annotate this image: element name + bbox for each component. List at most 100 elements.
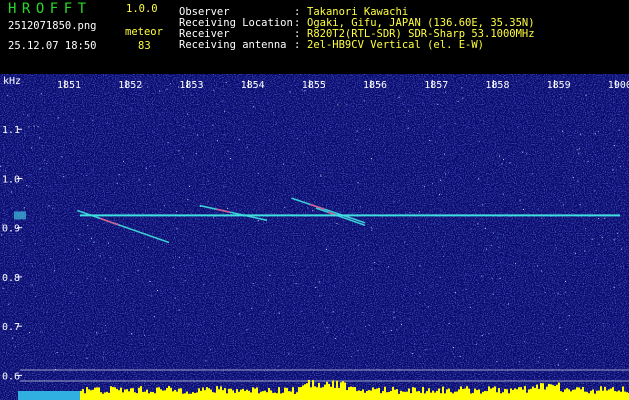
noise-dot: [357, 350, 359, 351]
noise-dot: [445, 173, 447, 175]
amplitude-bar: [572, 389, 574, 400]
noise-dot: [238, 139, 240, 141]
amplitude-bar: [414, 387, 416, 400]
noise-dot: [49, 258, 51, 260]
noise-dot: [269, 275, 271, 277]
noise-dot: [544, 292, 546, 294]
noise-dot: [498, 246, 500, 248]
noise-dot: [396, 329, 398, 331]
noise-dot: [268, 102, 270, 104]
noise-dot: [435, 141, 436, 143]
amplitude-bar: [444, 393, 446, 400]
amplitude-bar: [206, 387, 208, 400]
noise-dot: [388, 266, 390, 268]
noise-dot: [623, 321, 625, 323]
noise-dot: [569, 161, 571, 163]
noise-dot: [481, 335, 483, 337]
noise-dot: [503, 158, 504, 160]
noise-dot: [94, 205, 96, 207]
noise-dot: [335, 337, 337, 339]
mode-label: meteor: [125, 26, 163, 38]
noise-dot: [517, 127, 519, 129]
noise-dot: [174, 297, 176, 299]
noise-dot: [565, 291, 566, 293]
amplitude-bar: [438, 388, 440, 400]
noise-dot: [188, 323, 190, 325]
x-tick-label: 1858: [485, 80, 509, 91]
noise-dot: [268, 300, 269, 302]
amplitude-bar: [418, 391, 420, 400]
noise-dot: [403, 104, 404, 106]
noise-dot: [465, 289, 467, 290]
noise-dot: [191, 94, 193, 96]
noise-dot: [454, 122, 456, 124]
x-tick-label: 1854: [241, 80, 265, 91]
amplitude-bar: [334, 387, 336, 400]
amplitude-bar: [142, 391, 144, 400]
noise-dot: [371, 158, 372, 160]
noise-dot: [153, 348, 155, 350]
amplitude-bar: [406, 391, 408, 400]
noise-dot: [367, 365, 369, 367]
amplitude-bar: [190, 393, 192, 400]
amplitude-bar: [416, 391, 418, 400]
y-tick-label: 0.8: [2, 273, 20, 284]
amplitude-bar: [292, 387, 294, 400]
amplitude-bar: [466, 386, 468, 400]
noise-dot: [178, 150, 180, 152]
noise-dot: [283, 282, 285, 284]
amplitude-bar: [224, 388, 226, 400]
amplitude-bar: [528, 389, 530, 400]
amplitude-bar: [262, 391, 264, 400]
amplitude-bar: [234, 392, 236, 400]
amplitude-bar: [266, 392, 268, 400]
noise-dot: [207, 180, 209, 182]
noise-dot: [41, 145, 43, 147]
amplitude-bar: [518, 387, 520, 400]
noise-dot: [86, 277, 88, 279]
noise-dot: [149, 166, 150, 168]
amplitude-bar: [434, 392, 436, 400]
antenna-value: 2el-HB9CV Vertical (el. E-W): [307, 39, 485, 51]
amplitude-bar: [432, 390, 434, 400]
noise-dot: [447, 171, 449, 173]
noise-dot: [575, 307, 576, 309]
amplitude-bar: [316, 387, 318, 400]
noise-dot: [195, 153, 197, 155]
noise-dot: [54, 270, 56, 272]
noise-dot: [560, 293, 562, 295]
amplitude-bar: [580, 389, 582, 400]
amplitude-bar: [478, 389, 480, 400]
noise-dot: [370, 227, 372, 229]
noise-dot: [86, 175, 88, 176]
noise-dot: [350, 333, 352, 335]
noise-dot: [541, 310, 543, 312]
amplitude-bar: [196, 392, 198, 400]
amplitude-bar: [568, 389, 570, 400]
noise-dot: [356, 139, 358, 141]
amplitude-bar: [296, 392, 298, 400]
amplitude-bar: [468, 388, 470, 400]
noise-dot: [533, 240, 535, 242]
amplitude-bar: [570, 391, 572, 400]
amplitude-bar: [120, 387, 122, 400]
amplitude-bar: [460, 386, 462, 400]
amplitude-bar: [556, 384, 558, 400]
noise-dot: [26, 185, 28, 187]
amplitude-bar: [356, 391, 358, 400]
noise-dot: [40, 217, 42, 219]
noise-dot: [585, 94, 587, 96]
noise-dot: [87, 225, 89, 226]
amplitude-bar: [128, 391, 130, 400]
amplitude-bar: [372, 387, 374, 400]
amplitude-bar: [622, 386, 624, 400]
noise-dot: [492, 293, 494, 295]
amplitude-bar: [92, 389, 94, 400]
noise-dot: [109, 257, 111, 259]
amplitude-bar: [106, 391, 108, 400]
noise-dot: [56, 352, 58, 354]
amplitude-bar: [280, 393, 282, 400]
noise-dot: [159, 90, 161, 92]
y-tick-label: 1.1: [2, 125, 20, 136]
amplitude-bar: [150, 391, 152, 400]
